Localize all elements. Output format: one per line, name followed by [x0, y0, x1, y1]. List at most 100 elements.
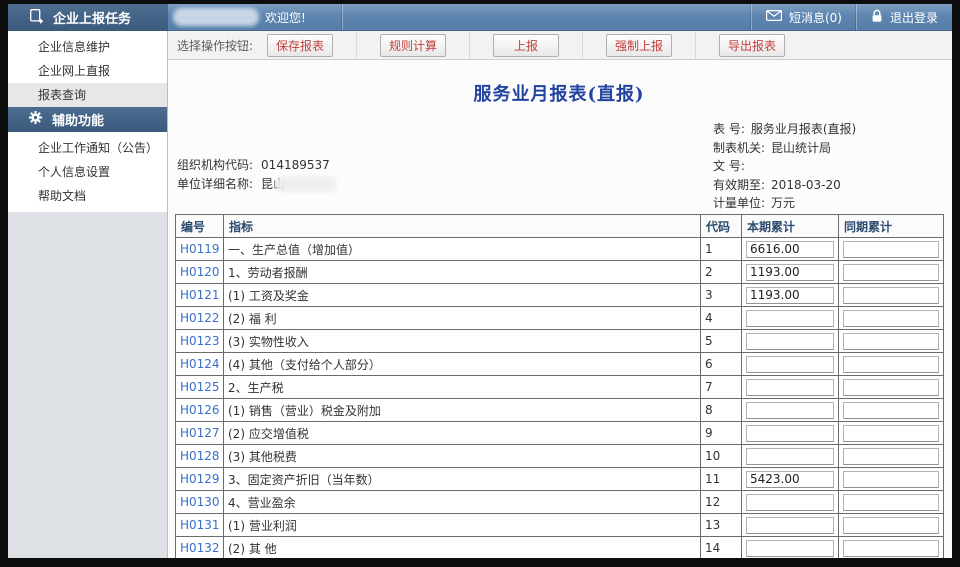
messages-button[interactable]: 短消息(0): [752, 4, 856, 30]
row-code-cell: 11: [701, 468, 742, 491]
current-total-input[interactable]: [746, 517, 834, 534]
row-id-link[interactable]: H0127: [180, 426, 220, 440]
current-total-input[interactable]: [746, 494, 834, 511]
row-id-link[interactable]: H0121: [180, 288, 220, 302]
current-total-input[interactable]: [746, 425, 834, 442]
current-total-input[interactable]: [746, 241, 834, 258]
unit-name-row: 单位详细名称: 昆山: [177, 175, 337, 194]
sidebar-item[interactable]: 企业工作通知（公告）: [8, 136, 167, 160]
row-id-link[interactable]: H0132: [180, 541, 220, 555]
current-total-input[interactable]: [746, 333, 834, 350]
row-prior-cell: [839, 537, 944, 559]
prior-total-input[interactable]: [843, 425, 939, 442]
sidebar-group-header-aux-functions[interactable]: 辅助功能: [8, 107, 167, 132]
row-code-cell: 3: [701, 284, 742, 307]
row-prior-cell: [839, 445, 944, 468]
table-row: H0124(4) 其他（支付给个人部分）6: [176, 353, 944, 376]
prior-total-input[interactable]: [843, 287, 939, 304]
current-total-input[interactable]: [746, 471, 834, 488]
row-id-link[interactable]: H0129: [180, 472, 220, 486]
prior-total-input[interactable]: [843, 402, 939, 419]
sidebar-item[interactable]: 企业信息维护: [8, 35, 167, 59]
row-current-cell: [742, 445, 839, 468]
row-id-link[interactable]: H0122: [180, 311, 220, 325]
current-total-input[interactable]: [746, 287, 834, 304]
prior-total-input[interactable]: [843, 310, 939, 327]
row-code-cell: 13: [701, 514, 742, 537]
row-id-cell: H0130: [176, 491, 224, 514]
row-id-cell: H0131: [176, 514, 224, 537]
row-id-link[interactable]: H0119: [180, 242, 220, 256]
row-indicator-cell: (1) 营业利润: [224, 514, 701, 537]
messages-label: 短消息(0): [789, 9, 842, 26]
toolbar: 选择操作按钮: 保存报表 规则计算 上报 强制上报 导出报表: [168, 31, 952, 60]
prior-total-input[interactable]: [843, 448, 939, 465]
save-report-button[interactable]: 保存报表: [267, 34, 333, 57]
sidebar-group-label: 辅助功能: [52, 110, 104, 129]
row-id-cell: H0120: [176, 261, 224, 284]
prior-total-input[interactable]: [843, 379, 939, 396]
row-id-link[interactable]: H0125: [180, 380, 220, 394]
row-code-cell: 10: [701, 445, 742, 468]
row-id-link[interactable]: H0120: [180, 265, 220, 279]
prior-total-input[interactable]: [843, 356, 939, 373]
toolbar-label: 选择操作按钮:: [177, 37, 253, 54]
row-id-link[interactable]: H0123: [180, 334, 220, 348]
row-id-link[interactable]: H0130: [180, 495, 220, 509]
table-row: H0119一、生产总值（增加值）1: [176, 238, 944, 261]
current-total-input[interactable]: [746, 356, 834, 373]
report-meta: 表 号:服务业月报表(直报)制表机关:昆山统计局文 号:有效期至:2018-03…: [175, 106, 943, 214]
logout-button[interactable]: 退出登录: [857, 4, 952, 30]
row-current-cell: [742, 284, 839, 307]
current-total-input[interactable]: [746, 402, 834, 419]
rule-calc-button[interactable]: 规则计算: [380, 34, 446, 57]
row-prior-cell: [839, 307, 944, 330]
row-code-cell: 12: [701, 491, 742, 514]
report-table-body: H0119一、生产总值（增加值）1H01201、劳动者报酬2H0121(1) 工…: [176, 238, 944, 559]
sidebar-item[interactable]: 企业网上直报: [8, 59, 167, 83]
sidebar-filler: [8, 212, 167, 558]
sidebar-item[interactable]: 帮助文档: [8, 184, 167, 208]
top-bar-main: 欢迎您! 短消息(0): [168, 4, 952, 31]
row-indicator-cell: (4) 其他（支付给个人部分）: [224, 353, 701, 376]
meta-row: 计量单位:万元: [713, 194, 856, 213]
sidebar-group-label: 企业上报任务: [53, 8, 131, 27]
top-bar: 企业上报任务 欢迎您! 短消息(0): [8, 4, 952, 31]
prior-total-input[interactable]: [843, 540, 939, 557]
row-code-cell: 14: [701, 537, 742, 559]
report-meta-right: 表 号:服务业月报表(直报)制表机关:昆山统计局文 号:有效期至:2018-03…: [713, 120, 856, 213]
org-code-value: 014189537: [261, 156, 330, 175]
prior-total-input[interactable]: [843, 517, 939, 534]
current-total-input[interactable]: [746, 448, 834, 465]
sidebar-item[interactable]: 报表查询: [8, 83, 167, 107]
row-id-link[interactable]: H0124: [180, 357, 220, 371]
table-row: H0126(1) 销售（营业）税金及附加8: [176, 399, 944, 422]
main-panel: 选择操作按钮: 保存报表规则计算上报强制上报导出报表 服务业月报表(直报) 表 …: [168, 31, 952, 558]
row-indicator-cell: (2) 福 利: [224, 307, 701, 330]
prior-total-input[interactable]: [843, 494, 939, 511]
prior-total-input[interactable]: [843, 333, 939, 350]
row-id-link[interactable]: H0126: [180, 403, 220, 417]
current-total-input[interactable]: [746, 310, 834, 327]
sidebar-group-header-report-tasks[interactable]: 企业上报任务: [8, 4, 168, 31]
current-total-input[interactable]: [746, 379, 834, 396]
submit-button[interactable]: 上报: [493, 34, 559, 57]
prior-total-input[interactable]: [843, 471, 939, 488]
row-id-cell: H0125: [176, 376, 224, 399]
col-header-current-total: 本期累计: [742, 215, 839, 238]
row-current-cell: [742, 238, 839, 261]
col-header-indicator: 指标: [224, 215, 701, 238]
sidebar-item[interactable]: 个人信息设置: [8, 160, 167, 184]
current-total-input[interactable]: [746, 264, 834, 281]
logout-label: 退出登录: [890, 9, 938, 26]
row-indicator-cell: (2) 其 他: [224, 537, 701, 559]
row-id-cell: H0132: [176, 537, 224, 559]
force-submit-button[interactable]: 强制上报: [606, 34, 672, 57]
current-total-input[interactable]: [746, 540, 834, 557]
file-plus-icon: [28, 8, 44, 28]
prior-total-input[interactable]: [843, 241, 939, 258]
prior-total-input[interactable]: [843, 264, 939, 281]
row-id-link[interactable]: H0131: [180, 518, 220, 532]
export-report-button[interactable]: 导出报表: [719, 34, 785, 57]
row-id-link[interactable]: H0128: [180, 449, 220, 463]
